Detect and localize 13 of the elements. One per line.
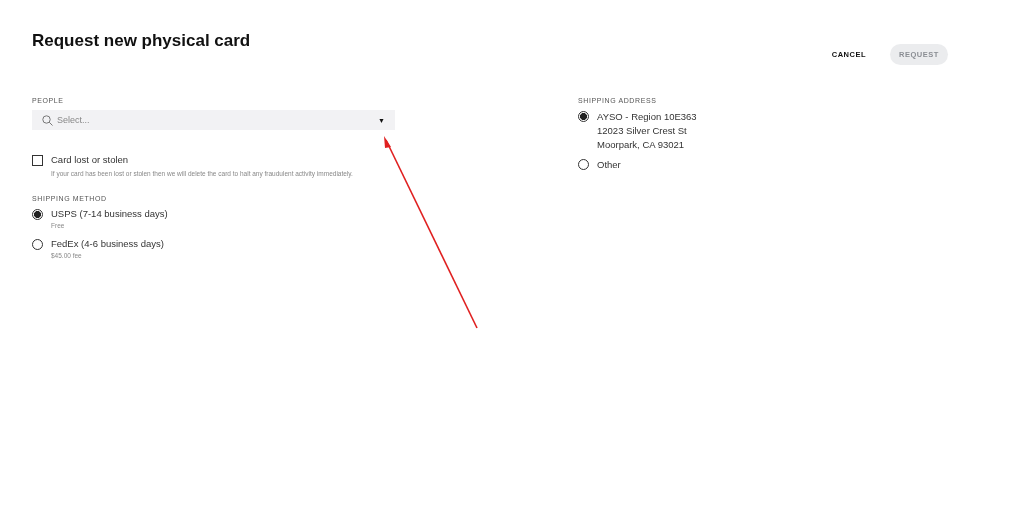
address-line: Moorpark, CA 93021 xyxy=(597,138,686,152)
radio-label: FedEx (4-6 business days) xyxy=(51,238,164,249)
select-placeholder: Select... xyxy=(57,115,91,125)
checkbox[interactable] xyxy=(32,155,43,166)
radio-button[interactable] xyxy=(578,111,589,122)
checkbox-label: Card lost or stolen xyxy=(51,154,130,165)
page-title: Request new physical card xyxy=(32,31,251,51)
address-line: 12023 Silver Crest St xyxy=(597,124,688,138)
address-line: AYSO - Region 10E363 xyxy=(597,110,697,124)
radio-label: USPS (7-14 business days) xyxy=(51,208,168,219)
search-icon xyxy=(42,114,53,126)
radio-button[interactable] xyxy=(32,209,43,220)
address-line: Other xyxy=(597,158,621,172)
